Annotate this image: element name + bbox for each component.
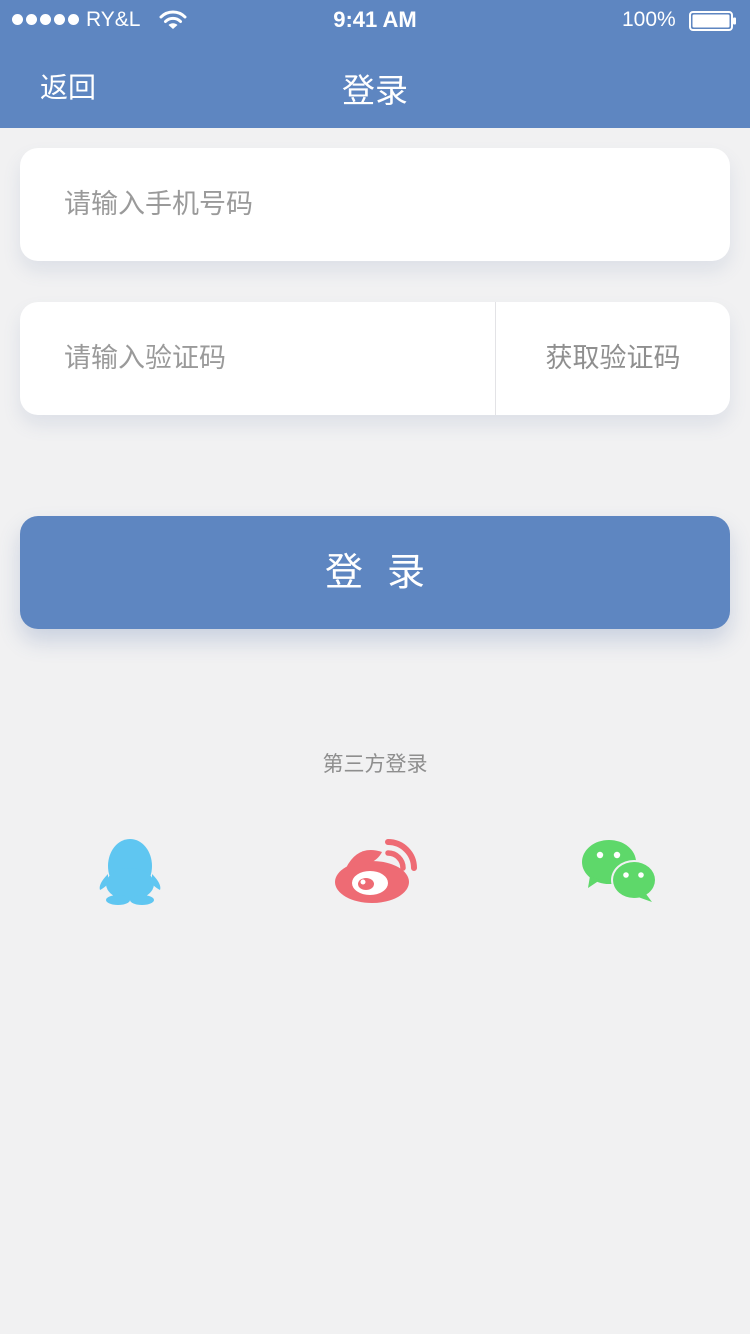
status-bar: RY&L 9:41 AM 100% <box>0 0 750 40</box>
get-code-button[interactable]: 获取验证码 <box>496 302 730 415</box>
qq-icon[interactable] <box>96 836 164 906</box>
battery-percentage: 100% <box>622 8 676 31</box>
login-button[interactable]: 登录 <box>20 516 730 629</box>
battery-icon <box>689 11 736 31</box>
phone-input-card <box>20 148 730 261</box>
third-party-login-label: 第三方登录 <box>322 752 428 776</box>
wechat-icon[interactable] <box>580 838 660 904</box>
header: RY&L 9:41 AM 100% 返回 登录 <box>0 0 750 128</box>
phone-number-input[interactable] <box>64 148 704 261</box>
weibo-icon[interactable] <box>332 838 418 904</box>
verification-code-card: 获取验证码 <box>20 302 730 415</box>
verification-code-input[interactable] <box>64 302 484 415</box>
page-title: 登录 <box>342 71 408 110</box>
